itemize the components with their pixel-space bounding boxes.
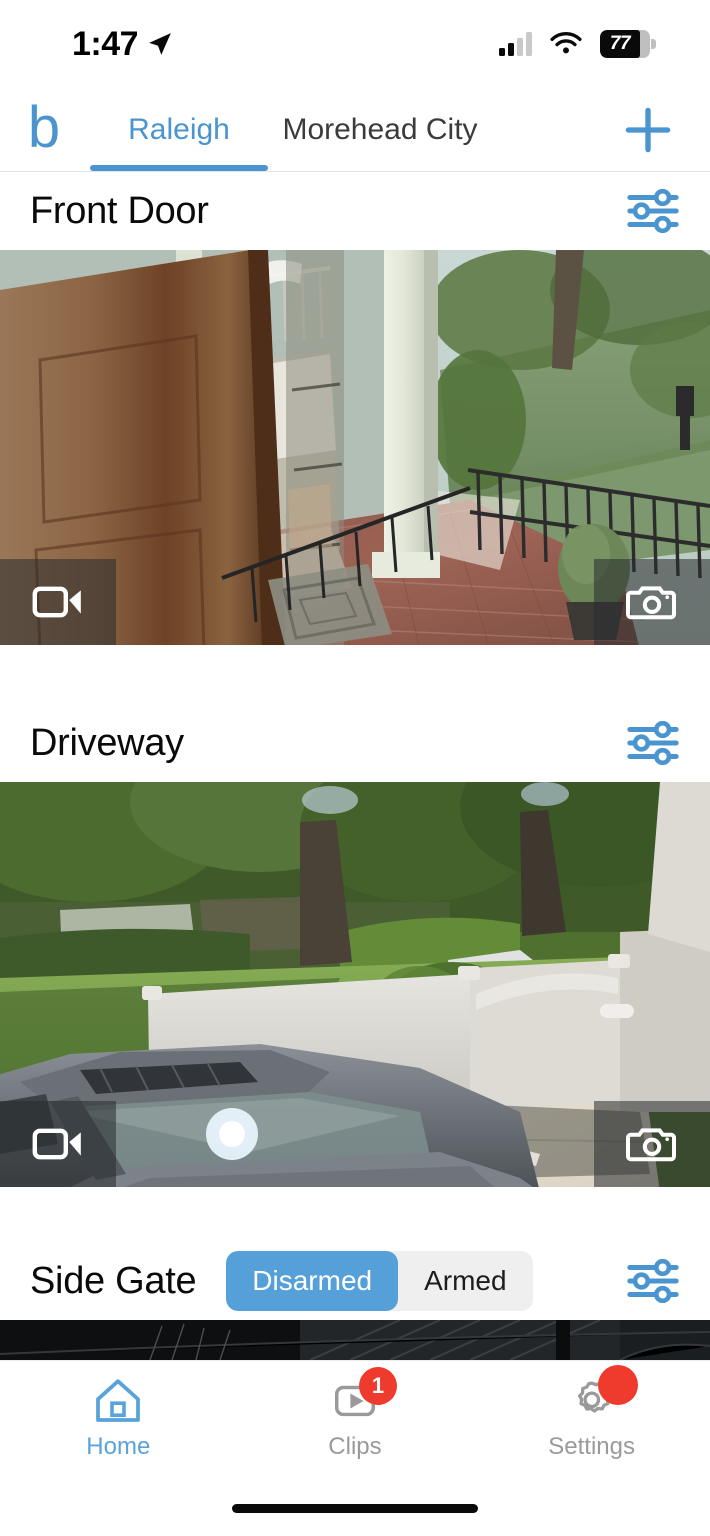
- camera-header-front-door: Front Door: [0, 172, 710, 250]
- arm-option-disarmed-label: Disarmed: [252, 1265, 373, 1297]
- camera-name-front-door: Front Door: [30, 189, 209, 232]
- spacer-front-driveway: [0, 645, 710, 705]
- camera-list[interactable]: Front Door Driveway Side Gate Disarmed A…: [0, 172, 710, 1360]
- spacer-driveway-gate: [0, 1187, 710, 1243]
- play-square-icon: 1: [327, 1367, 397, 1427]
- battery-icon: 77: [600, 30, 656, 58]
- tab-morehead-city[interactable]: Morehead City: [270, 88, 490, 171]
- status-bar-left: 1:47: [72, 27, 173, 61]
- bottom-tab-settings[interactable]: Settings: [474, 1365, 708, 1461]
- arm-toggle-side-gate[interactable]: Disarmed Armed: [226, 1251, 533, 1312]
- bottom-tab-home[interactable]: Home: [1, 1373, 235, 1461]
- status-time: 1:47: [72, 25, 139, 63]
- photo-camera-icon: [626, 586, 676, 620]
- side-gate-scene: [0, 1320, 710, 1360]
- clips-badge: 1: [358, 1367, 397, 1405]
- camera-header-side-gate: Side Gate Disarmed Armed: [0, 1242, 710, 1321]
- tab-raleigh[interactable]: Raleigh: [88, 88, 270, 171]
- home-indicator-area: [0, 1480, 710, 1536]
- bottom-tab-clips-label: Clips: [328, 1433, 382, 1460]
- gear-icon: [564, 1365, 638, 1427]
- camera-name-driveway: Driveway: [30, 721, 184, 764]
- settings-badge: [597, 1365, 638, 1405]
- location-tabs: Raleigh Morehead City: [88, 88, 490, 171]
- sliders-icon-side-gate[interactable]: [626, 1259, 680, 1304]
- photo-camera-icon: [626, 1128, 676, 1162]
- bottom-tab-home-label: Home: [86, 1433, 151, 1460]
- snapshot-button-front-door[interactable]: [594, 559, 710, 646]
- camera-name-side-gate: Side Gate: [30, 1259, 197, 1302]
- location-arrow-icon: [149, 33, 171, 55]
- arm-option-disarmed[interactable]: Disarmed: [226, 1251, 399, 1312]
- arm-option-armed[interactable]: Armed: [398, 1251, 532, 1311]
- snapshot-button-driveway[interactable]: [594, 1101, 710, 1188]
- home-indicator[interactable]: [232, 1503, 478, 1513]
- sliders-icon-front-door[interactable]: [626, 189, 680, 233]
- tab-morehead-city-label: Morehead City: [282, 112, 478, 146]
- bottom-tab-bar: Home 1 Clips Settings: [0, 1360, 710, 1480]
- record-button-front-door[interactable]: [0, 559, 116, 646]
- video-camera-icon: [32, 1128, 81, 1160]
- video-camera-icon: [32, 586, 81, 618]
- camera-feed-front-door[interactable]: [0, 250, 710, 646]
- record-button-driveway[interactable]: [0, 1101, 116, 1188]
- sliders-icon-driveway[interactable]: [626, 721, 680, 766]
- bottom-tab-clips[interactable]: 1 Clips: [238, 1367, 472, 1461]
- status-bar-right: 77: [499, 30, 656, 58]
- app-logo: b: [27, 94, 61, 160]
- tab-raleigh-label: Raleigh: [128, 112, 230, 146]
- add-camera-button[interactable]: [620, 102, 676, 158]
- camera-header-driveway: Driveway: [0, 704, 710, 783]
- top-nav-bar: b Raleigh Morehead City: [0, 88, 710, 172]
- battery-percent: 77: [609, 33, 631, 54]
- cellular-signal-icon: [499, 32, 532, 56]
- arm-option-armed-label: Armed: [424, 1265, 507, 1297]
- status-bar: 1:47 77: [0, 0, 710, 88]
- app-screen: 1:47 77 b Raleigh Morehead City Front Do…: [0, 0, 710, 1536]
- house-icon: [90, 1373, 146, 1427]
- wifi-icon: [550, 32, 582, 54]
- camera-feed-side-gate[interactable]: [0, 1320, 710, 1360]
- camera-feed-driveway[interactable]: [0, 782, 710, 1188]
- bottom-tab-settings-label: Settings: [548, 1433, 635, 1460]
